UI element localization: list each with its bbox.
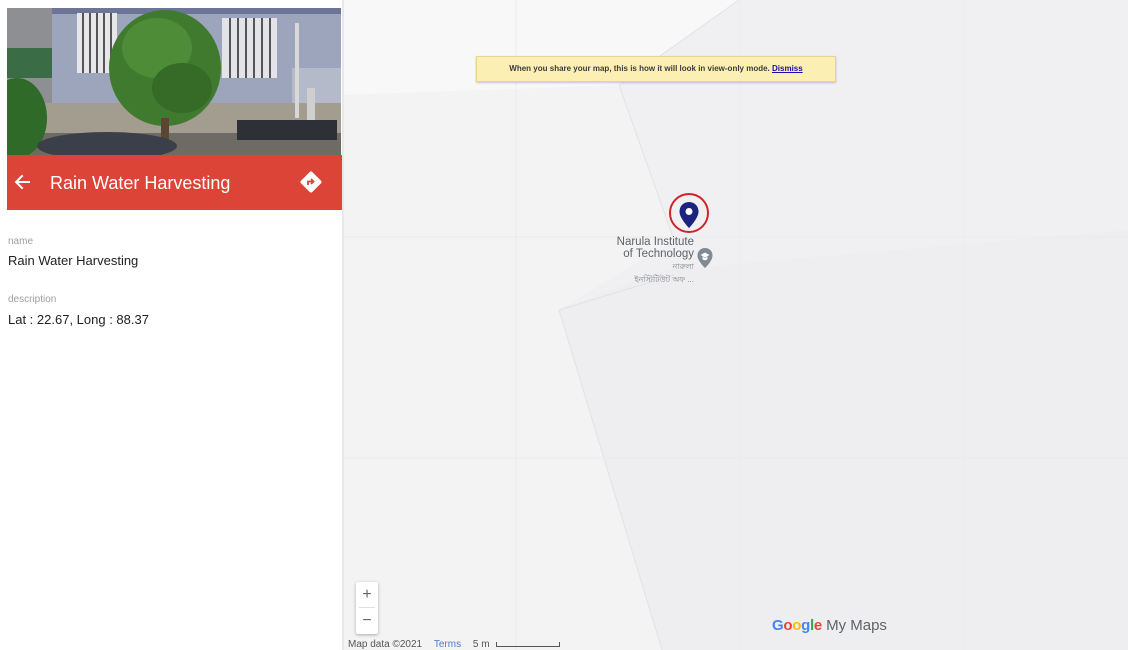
map-pin-icon[interactable]: [678, 201, 700, 229]
terms-link[interactable]: Terms: [434, 639, 461, 650]
poi-label[interactable]: Narula Institute of Technology: [596, 236, 694, 260]
view-only-notice: When you share your map, this is how it …: [476, 56, 836, 82]
place-header: Rain Water Harvesting: [7, 155, 342, 210]
google-wordmark: Google: [772, 617, 822, 634]
poi-local-label: নারুলা ইনস্টিটিউট অফ ...: [596, 261, 694, 287]
dismiss-link[interactable]: Dismiss: [772, 64, 803, 73]
poi-local-line2: ইনস্টিটিউট অফ ...: [634, 275, 694, 284]
place-details-panel: Rain Water Harvesting name Rain Water Ha…: [0, 0, 342, 650]
name-label: name: [8, 236, 34, 247]
place-photo[interactable]: [7, 8, 341, 155]
zoom-control: + −: [356, 582, 378, 634]
education-place-icon[interactable]: [696, 247, 714, 269]
my-maps-text: My Maps: [826, 617, 887, 634]
place-title: Rain Water Harvesting: [50, 173, 231, 193]
map-canvas[interactable]: When you share your map, this is how it …: [344, 0, 1128, 650]
zoom-out-button[interactable]: −: [356, 608, 378, 633]
back-button[interactable]: [9, 169, 35, 195]
description-label: description: [8, 294, 57, 305]
name-value: Rain Water Harvesting: [8, 253, 139, 268]
zoom-in-button[interactable]: +: [356, 582, 378, 607]
poi-local-line1: নারুলা: [672, 262, 694, 271]
directions-icon: [300, 171, 322, 193]
arrow-left-icon: [14, 174, 30, 190]
map-attribution: Map data ©2021 Terms 5 m: [348, 639, 561, 650]
scale-bar: [496, 641, 561, 647]
google-my-maps-logo[interactable]: Google My Maps: [772, 617, 887, 634]
poi-label-line2: of Technology: [623, 248, 694, 260]
poi-label-line1: Narula Institute: [616, 236, 694, 248]
map-data-text: Map data ©2021: [348, 639, 423, 650]
place-photo-image: [7, 8, 341, 155]
map-tiles: [344, 0, 1128, 650]
notice-text: When you share your map, this is how it …: [509, 64, 770, 73]
description-value: Lat : 22.67, Long : 88.37: [8, 312, 149, 327]
directions-button[interactable]: [298, 169, 324, 195]
scale-label[interactable]: 5 m: [473, 639, 490, 650]
